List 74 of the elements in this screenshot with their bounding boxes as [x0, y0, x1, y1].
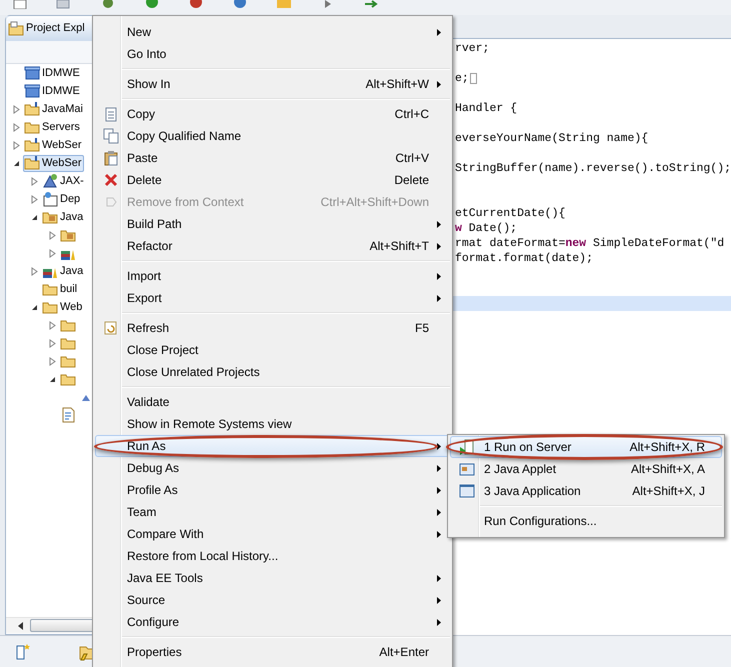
expand-arrow-icon[interactable] [48, 248, 56, 258]
tree-item[interactable]: IDMWE [23, 82, 82, 100]
submenu-arrow-icon [437, 530, 441, 538]
folded-code-icon[interactable] [470, 73, 477, 84]
code-line: StringBuffer(name).reverse().toString(); [454, 160, 731, 177]
submenu-arrow-icon [437, 272, 441, 280]
view-title: Project Expl [26, 21, 85, 36]
submenu-arrow-icon [437, 596, 441, 604]
file-icon [60, 407, 76, 423]
submenu-arrow-icon [437, 464, 441, 472]
code-line: rmat dateFormat=new SimpleDateFormat("d [454, 236, 724, 252]
project-folder-icon [24, 101, 40, 117]
refresh-icon [103, 320, 119, 336]
tree-item[interactable]: buil [41, 280, 80, 298]
descriptor-icon [42, 191, 58, 207]
view-tab[interactable]: Project Expl [6, 16, 94, 41]
expand-arrow-icon[interactable] [30, 176, 38, 186]
collapse-arrow-icon[interactable] [30, 304, 38, 310]
collapse-arrow-icon[interactable] [30, 214, 38, 220]
project-folder-icon [24, 155, 40, 171]
submenu-arrow-icon [437, 574, 441, 582]
arrow-icon[interactable] [364, 0, 380, 9]
collapse-arrow-icon[interactable] [48, 376, 56, 382]
tree-item[interactable]: Java [41, 208, 86, 226]
tree-item[interactable]: JavaMai [23, 100, 85, 118]
window-icon[interactable] [16, 642, 32, 660]
project-icon [24, 83, 40, 99]
tree-item[interactable]: Web [41, 298, 84, 316]
expand-arrow-icon[interactable] [30, 266, 38, 276]
web-service-icon [42, 173, 58, 189]
code-line: etCurrentDate(){ [454, 206, 566, 222]
submenu-arrow-icon [437, 618, 441, 626]
tree-item[interactable]: Dep [41, 190, 82, 208]
code-line: e; [454, 70, 469, 87]
project-folder-icon [24, 137, 40, 153]
delete-icon [103, 172, 119, 188]
code-line: format.format(date); [454, 250, 593, 267]
code-line: rver; [454, 40, 490, 57]
expand-arrow-icon[interactable] [12, 140, 20, 150]
expand-arrow-icon[interactable] [48, 230, 56, 240]
menu-item[interactable]: 3 Java Application Alt+Shift+X, J [450, 480, 722, 502]
clipboard-icon [103, 150, 119, 166]
collapse-arrow-icon[interactable] [12, 160, 20, 166]
expand-arrow-icon[interactable] [30, 194, 38, 204]
submenu-arrow-icon [437, 80, 441, 88]
application-icon [459, 483, 475, 499]
project-icon [24, 65, 40, 81]
submenu-arrow-icon [437, 220, 441, 228]
tree-item[interactable]: IDMWE [23, 64, 82, 82]
code-line: w Date(); [454, 220, 518, 237]
expand-arrow-icon[interactable] [12, 122, 20, 132]
expand-arrow-icon[interactable] [12, 104, 20, 114]
copy-icon [103, 106, 119, 122]
expand-arrow-icon[interactable] [48, 338, 56, 348]
tree-item[interactable]: JAX- [41, 172, 86, 190]
tree-item[interactable]: Servers [23, 118, 82, 136]
tree-item[interactable]: Java [41, 262, 86, 280]
submenu-arrow-icon [437, 28, 441, 36]
scroll-left-icon[interactable] [18, 622, 24, 630]
applet-icon [459, 461, 475, 477]
server-run-icon [459, 439, 475, 455]
submenu-arrow-icon [437, 242, 441, 250]
menu-item[interactable]: Run Configurations... [450, 510, 722, 532]
code-line: Handler { [454, 100, 518, 117]
tree-item[interactable]: WebSer [23, 136, 84, 154]
submenu-arrow-icon [437, 442, 441, 450]
tree-item[interactable]: WebSer [23, 154, 84, 172]
code-line: everseYourName(String name){ [454, 130, 648, 147]
submenu-arrow-icon [437, 294, 441, 302]
submenu-arrow-icon [437, 486, 441, 494]
submenu-arrow-icon [437, 508, 441, 516]
menu-item[interactable]: 2 Java Applet Alt+Shift+X, A [450, 458, 722, 480]
expand-arrow-icon[interactable] [48, 356, 56, 366]
expand-arrow-icon[interactable] [48, 320, 56, 330]
